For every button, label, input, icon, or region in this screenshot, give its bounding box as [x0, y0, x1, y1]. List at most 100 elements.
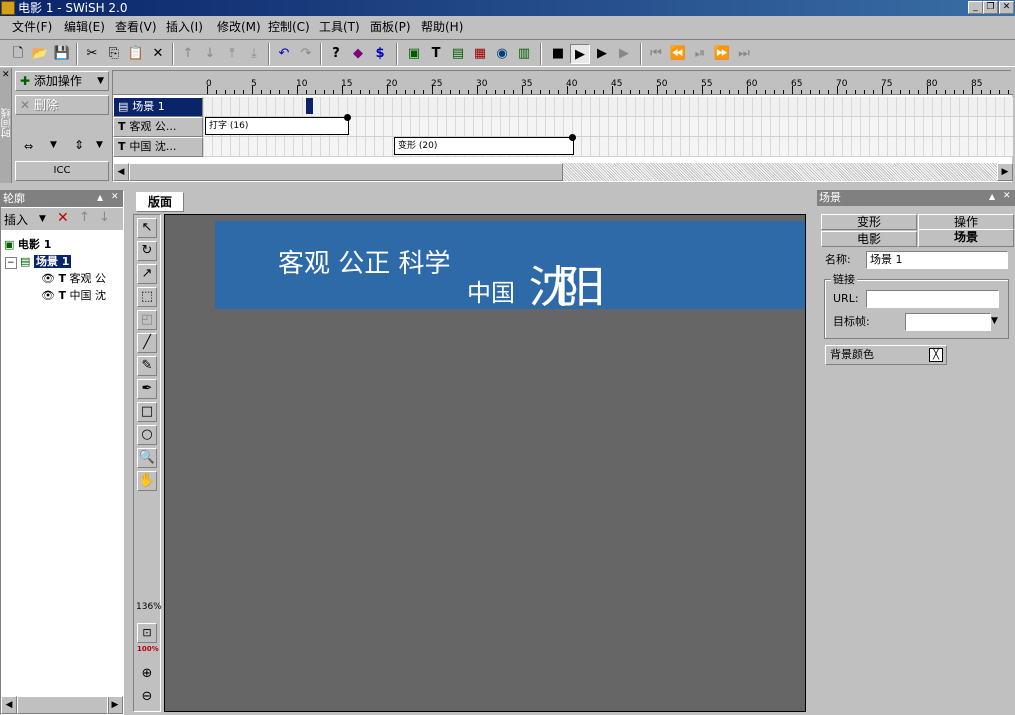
menu-control[interactable]: 控制(C) — [268, 19, 310, 35]
redo-icon[interactable]: ↷ — [296, 44, 316, 64]
outline-scroll-right-icon[interactable]: ▶ — [107, 696, 123, 714]
save-icon[interactable]: 💾 — [52, 44, 72, 64]
timeline-frames-row[interactable]: 变形 (20) — [203, 134, 1013, 157]
close-button[interactable]: ✕ — [999, 1, 1014, 14]
next-frame-icon[interactable]: ⏩ — [712, 44, 732, 64]
tree-collapse-icon[interactable]: − — [5, 257, 17, 269]
transform-tool-icon[interactable]: ⬚ — [137, 287, 157, 307]
insert-sprite-icon[interactable]: ▥ — [514, 44, 534, 64]
insert-image-icon[interactable]: ▤ — [448, 44, 468, 64]
outline-collapse-icon[interactable]: ▲ — [97, 193, 103, 202]
props-close-icon[interactable]: ✕ — [1003, 191, 1011, 201]
keyframe-dot-icon[interactable] — [344, 114, 351, 121]
tab-transform[interactable]: 变形 — [821, 214, 917, 230]
step-frame-icon[interactable]: ⏯ — [690, 44, 710, 64]
name-field[interactable]: 场景 1 — [866, 251, 1008, 269]
zoom-in-icon[interactable]: ⊕ — [137, 665, 157, 685]
first-frame-icon[interactable]: ⏮ — [646, 44, 666, 64]
play-scene-icon[interactable]: ▶ — [592, 44, 612, 64]
timeline-grip[interactable]: ✕ 时间线 — [0, 68, 13, 183]
delete-object-icon[interactable]: ✕ — [57, 210, 69, 226]
zoom-tool-icon[interactable]: 🔍 — [137, 448, 157, 468]
play-icon[interactable]: ▶ — [570, 44, 590, 64]
move-up-icon[interactable]: ↑ — [178, 44, 198, 64]
outline-scrollbar[interactable]: ◀ ▶ — [1, 696, 123, 714]
keyframe-dot-icon[interactable] — [569, 134, 576, 141]
menu-edit[interactable]: 编辑(E) — [64, 19, 105, 35]
zoom-100-icon[interactable]: 100% — [137, 645, 159, 653]
timeline-scroll-thumb[interactable] — [129, 163, 563, 181]
zoom-out-icon[interactable]: ⊖ — [137, 688, 157, 708]
tween-bar[interactable]: 变形 (20) — [394, 134, 576, 155]
zoom-vertical-icon[interactable]: ⇕ — [74, 138, 84, 152]
target-chevron-icon[interactable]: ▼ — [991, 316, 998, 326]
rectangle-tool-icon[interactable]: □ — [137, 402, 157, 422]
rotate-tool-icon[interactable]: ↻ — [137, 241, 157, 261]
paste-icon[interactable]: 📋 — [126, 44, 146, 64]
hand-tool-icon[interactable]: ✋ — [137, 471, 157, 491]
line-tool-icon[interactable]: ╱ — [137, 333, 157, 353]
fill-transform-icon[interactable]: ◰ — [137, 310, 157, 330]
restore-button[interactable]: ❐ — [983, 1, 998, 14]
zoom-v-dropdown-icon[interactable]: ▼ — [96, 140, 103, 150]
menu-modify[interactable]: 修改(M) — [217, 19, 261, 35]
outline-scroll-left-icon[interactable]: ◀ — [1, 696, 17, 714]
timeline-layer-name[interactable]: T 中国 沈... — [113, 137, 203, 157]
target-field[interactable] — [905, 313, 991, 331]
insert-scene-icon[interactable]: ▣ — [404, 44, 424, 64]
tab-movie[interactable]: 电影 — [821, 231, 917, 247]
delete-icon[interactable]: ✕ — [148, 44, 168, 64]
timeline-layer-name[interactable]: T 客观 公... — [113, 117, 203, 137]
text-object-3[interactable]: 沈阳 — [528, 251, 605, 315]
menu-help[interactable]: 帮助(H) — [421, 19, 463, 35]
move-down-icon[interactable]: ↓ — [200, 44, 220, 64]
timeline-layer-name[interactable]: ▤ 场景 1 — [113, 97, 203, 117]
menu-insert[interactable]: 插入(I) — [166, 19, 203, 35]
url-field[interactable] — [866, 290, 999, 308]
timeline-frames-row[interactable]: 打字 (16) — [203, 114, 1013, 137]
menu-tools[interactable]: 工具(T) — [319, 19, 360, 35]
outline-scroll-thumb[interactable] — [17, 696, 109, 714]
props-collapse-icon[interactable]: ▲ — [989, 192, 995, 201]
insert-group-icon[interactable]: ▦ — [470, 44, 490, 64]
undo-icon[interactable]: ↶ — [274, 44, 294, 64]
scroll-left-icon[interactable]: ◀ — [113, 163, 129, 181]
pencil-tool-icon[interactable]: ✎ — [137, 356, 157, 376]
insert-chevron-icon[interactable]: ▼ — [39, 214, 46, 224]
stop-icon[interactable]: ■ — [548, 44, 568, 64]
playhead-marker[interactable] — [306, 98, 313, 114]
pen-tool-icon[interactable]: ✒ — [137, 379, 157, 399]
text-object-1[interactable]: 客观 公正 科学 — [278, 243, 451, 280]
outline-close-icon[interactable]: ✕ — [111, 192, 119, 202]
object-down-icon[interactable]: ↓ — [99, 210, 110, 225]
zoom-h-dropdown-icon[interactable]: ▼ — [50, 140, 57, 150]
bg-color-button[interactable]: 背景颜色 ╳ — [825, 345, 947, 365]
add-action-button[interactable]: ✚ 添加操作 ▼ — [15, 71, 109, 91]
tab-layout[interactable]: 版面 — [136, 192, 184, 212]
new-file-icon[interactable]: 🗋 — [8, 44, 28, 64]
reshape-tool-icon[interactable]: ↗ — [137, 264, 157, 284]
rewind-button[interactable]: ICC — [15, 161, 109, 181]
stage-scrollbar[interactable] — [806, 214, 814, 712]
prev-frame-icon[interactable]: ⏪ — [668, 44, 688, 64]
dollar-icon[interactable]: $ — [370, 44, 390, 64]
tree-scene[interactable]: 场景 1 — [33, 255, 72, 268]
zoom-fit-icon[interactable]: ⊡ — [137, 623, 157, 643]
visibility-eye-icon[interactable]: 👁 — [41, 272, 55, 285]
help-icon[interactable]: ? — [326, 44, 346, 64]
copy-icon[interactable]: ⎘ — [104, 44, 124, 64]
timeline-close-icon[interactable]: ✕ — [2, 70, 10, 80]
timeline-frames-row[interactable] — [203, 97, 1013, 117]
tree-item-text2[interactable]: 中国 沈 — [69, 289, 106, 302]
tab-scene[interactable]: 场景 — [918, 229, 1014, 247]
move-top-icon[interactable]: ⤒ — [222, 44, 242, 64]
menu-view[interactable]: 查看(V) — [115, 19, 157, 35]
minimize-button[interactable]: _ — [968, 1, 983, 14]
timeline-scrollbar[interactable]: ◀ ▶ — [113, 163, 1013, 181]
stage[interactable]: 客观 公正 科学 中国 沈阳 — [164, 214, 806, 712]
insert-dropdown[interactable]: 插入 — [4, 211, 28, 228]
scroll-right-icon[interactable]: ▶ — [997, 163, 1013, 181]
last-frame-icon[interactable]: ⏭ — [734, 44, 754, 64]
tree-item-text1[interactable]: 客观 公 — [69, 272, 106, 285]
menu-panels[interactable]: 面板(P) — [370, 19, 411, 35]
